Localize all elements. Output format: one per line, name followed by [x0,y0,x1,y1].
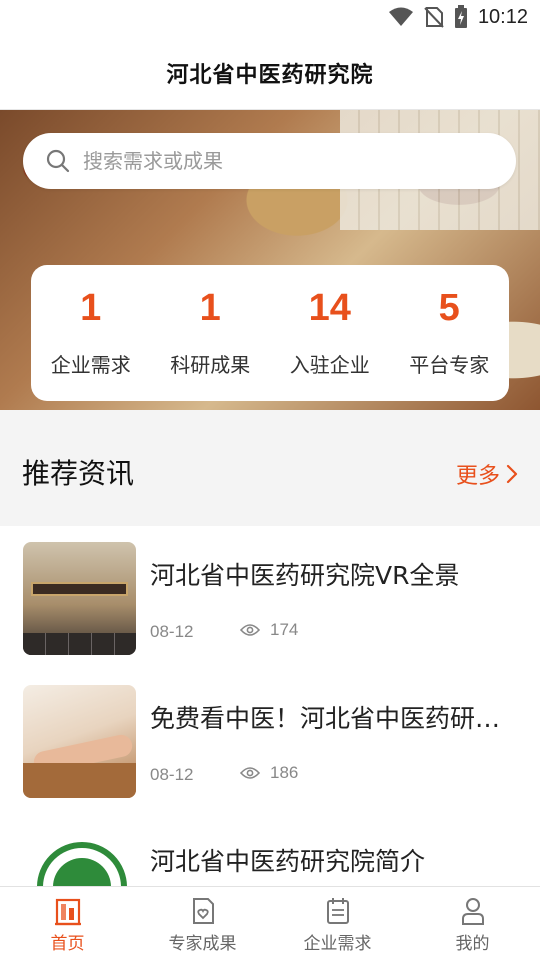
tab-enterprise-demand[interactable]: 企业需求 [270,887,405,960]
news-item[interactable]: 河北省中医药研究院VR全景 08-12 174 [0,526,540,669]
recommended-news-header: 推荐资讯 更多 [0,410,540,526]
news-title: 免费看中医！河北省中医药研… [150,704,501,733]
status-icons: 10:12 [388,5,528,29]
stat-research-results[interactable]: 1 科研成果 [151,265,271,401]
eye-icon [240,767,260,779]
news-item[interactable]: 免费看中医！河北省中医药研… 08-12 186 [0,669,540,812]
tab-label: 企业需求 [303,934,372,954]
tab-label: 专家成果 [168,934,237,954]
doc-heart-icon [192,898,214,924]
news-thumbnail [23,542,136,655]
stat-platform-experts[interactable]: 5 平台专家 [390,265,510,401]
more-link[interactable]: 更多 [456,458,518,490]
thumbnail-strip [23,633,136,655]
chevron-right-icon [506,464,518,484]
stat-enterprise-demand[interactable]: 1 企业需求 [31,265,151,401]
stat-value: 14 [308,287,351,329]
thumbnail-table [23,763,136,798]
wifi-icon [388,7,413,26]
news-date: 08-12 [150,622,194,641]
stat-label: 入驻企业 [289,353,370,377]
stat-label: 企业需求 [50,353,131,377]
calendar-list-icon [326,898,349,924]
status-time: 10:12 [477,5,528,28]
news-views: 186 [240,763,298,783]
user-icon [461,898,484,925]
search-input[interactable] [83,149,463,173]
page-title: 河北省中医药研究院 [166,62,374,88]
status-bar: 10:12 [0,0,540,36]
no-sim-icon [424,7,444,28]
stat-value: 5 [438,287,460,329]
stat-value: 1 [199,287,221,329]
tab-expert-results[interactable]: 专家成果 [135,887,270,960]
battery-charging-icon [454,5,467,28]
news-title: 河北省中医药研究院VR全景 [150,561,460,590]
news-list: 河北省中医药研究院VR全景 08-12 174 免费看中医！河北省中医药研… 0… [0,526,540,886]
news-thumbnail [23,685,136,798]
view-count: 174 [270,620,299,639]
section-title: 推荐资讯 [22,457,135,490]
more-label: 更多 [455,464,500,489]
news-item[interactable]: 河北省中医药研究院简介 [0,812,540,886]
thumbnail-sign [31,582,128,596]
search-bar[interactable] [23,133,516,189]
stat-value: 1 [80,287,102,329]
news-date: 08-12 [150,765,194,784]
tab-mine[interactable]: 我的 [405,887,540,960]
home-icon [54,898,81,926]
view-count: 186 [270,763,299,782]
news-title: 河北省中医药研究院简介 [150,847,426,876]
news-thumbnail [23,828,136,886]
eye-icon [240,624,260,636]
bottom-tab-bar: 首页 专家成果 企业需求 我的 [0,886,540,960]
stat-settled-enterprises[interactable]: 14 入驻企业 [270,265,390,401]
stat-label: 平台专家 [409,353,490,377]
stat-label: 科研成果 [170,353,251,377]
news-views: 174 [240,620,298,640]
tab-home[interactable]: 首页 [0,887,135,960]
app-header: 河北省中医药研究院 [0,36,540,110]
stats-card: 1 企业需求 1 科研成果 14 入驻企业 5 平台专家 [31,265,509,401]
tab-label: 首页 [50,934,85,954]
tab-label: 我的 [455,934,490,954]
search-icon [46,149,70,173]
